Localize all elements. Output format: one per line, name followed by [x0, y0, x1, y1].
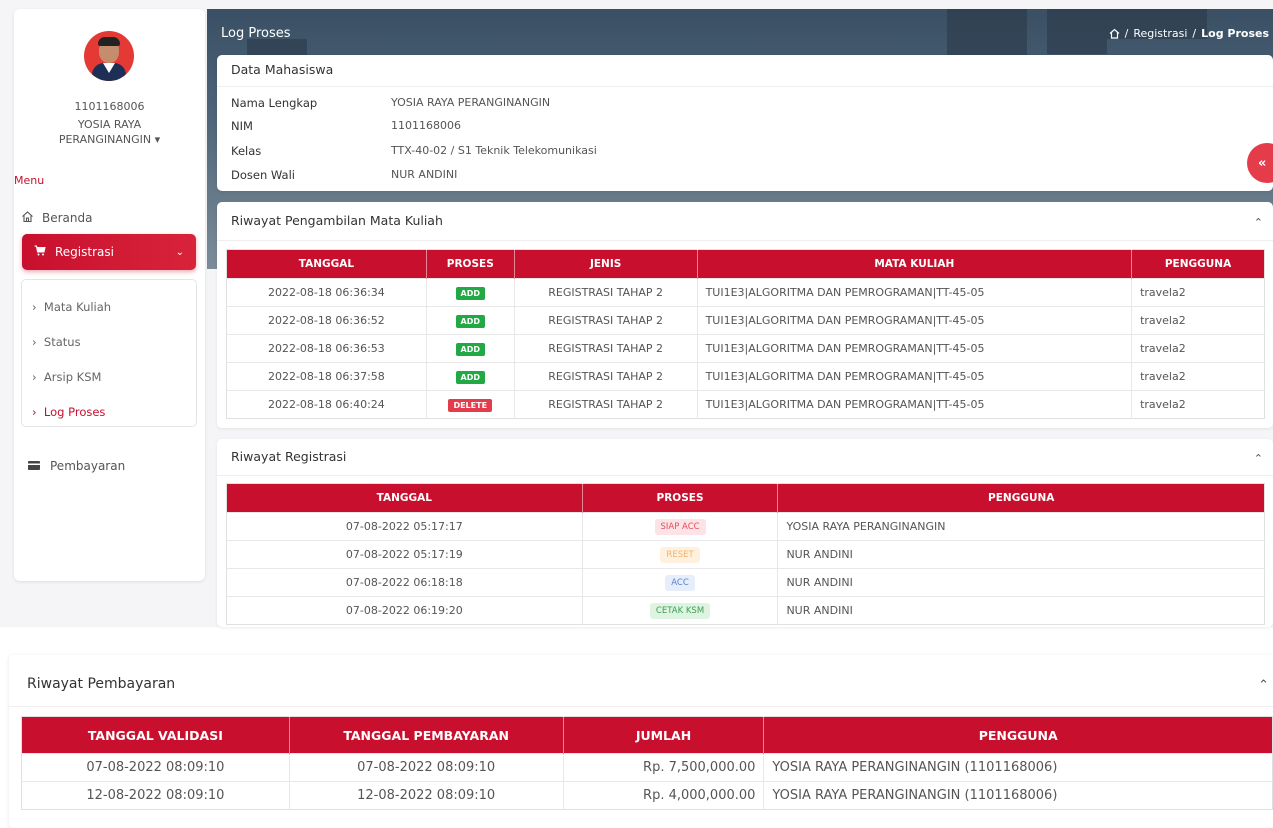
breadcrumb-registrasi[interactable]: Registrasi — [1133, 27, 1187, 40]
cart-icon — [34, 245, 46, 259]
column-header[interactable]: PROSES — [582, 483, 779, 513]
breadcrumb: / Registrasi / Log Proses — [1109, 27, 1269, 40]
card-title: Riwayat Registrasi — [231, 449, 347, 464]
field-label: NIM — [231, 119, 253, 133]
collapse-caret-icon[interactable]: ⌃ — [1254, 452, 1263, 465]
menu-label: Menu — [14, 174, 45, 187]
data-mahasiswa-card: Data Mahasiswa Nama Lengkap YOSIA RAYA P… — [217, 55, 1273, 191]
column-header[interactable]: PENGGUNA — [763, 716, 1273, 754]
mata-kuliah-table: TANGGAL PROSES JENIS MATA KULIAH PENGGUN… — [226, 249, 1265, 419]
user-id: 1101168006 — [74, 100, 145, 113]
column-header[interactable]: PROSES — [426, 249, 515, 279]
sidebar-item-beranda[interactable]: Beranda — [21, 210, 92, 226]
card-title: Data Mahasiswa — [231, 62, 334, 77]
registrasi-table: TANGGAL PROSES PENGGUNA 07-08-2022 05:17… — [226, 483, 1265, 625]
status-badge: CETAK KSM — [649, 602, 711, 619]
table-row: 07-08-2022 06:18:18 ACC NUR ANDINI — [226, 568, 1265, 597]
field-label: Kelas — [231, 144, 262, 158]
column-header[interactable]: TANGGAL PEMBAYARAN — [289, 716, 564, 754]
table-row: 12-08-2022 08:09:10 12-08-2022 08:09:10 … — [21, 781, 1273, 810]
card-title: Riwayat Pengambilan Mata Kuliah — [231, 213, 443, 228]
table-row: 07-08-2022 05:17:19 RESET NUR ANDINI — [226, 540, 1265, 569]
table-row: 07-08-2022 08:09:10 07-08-2022 08:09:10 … — [21, 753, 1273, 782]
home-icon — [21, 210, 34, 226]
field-value: YOSIA RAYA PERANGINANGIN — [391, 96, 551, 109]
submenu-item-arsip-ksm[interactable]: › Arsip KSM — [32, 370, 101, 384]
submenu-item-status[interactable]: › Status — [32, 335, 81, 349]
home-icon[interactable] — [1109, 28, 1120, 39]
user-name: YOSIA RAYA PERANGINANGIN — [58, 118, 152, 146]
submenu-item-mata-kuliah[interactable]: › Mata Kuliah — [32, 300, 111, 314]
sidebar-item-label: Pembayaran — [50, 459, 126, 473]
table-row: 2022-08-18 06:40:24 DELETE REGISTRASI TA… — [226, 390, 1265, 419]
credit-card-icon — [28, 459, 40, 473]
avatar[interactable] — [84, 31, 134, 81]
status-badge: ADD — [455, 286, 485, 300]
collapse-caret-icon[interactable]: ⌃ — [1258, 678, 1269, 693]
table-row: 07-08-2022 06:19:20 CETAK KSM NUR ANDINI — [226, 596, 1265, 625]
column-header[interactable]: JUMLAH — [563, 716, 765, 754]
field-label: Nama Lengkap — [231, 96, 318, 110]
column-header[interactable]: MATA KULIAH — [697, 249, 1133, 279]
submenu-item-log-proses[interactable]: › Log Proses — [32, 405, 105, 419]
registrasi-submenu: › Mata Kuliah › Status › Arsip KSM › Log… — [21, 279, 197, 427]
sidebar-item-registrasi[interactable]: Registrasi ⌄ — [22, 234, 196, 270]
field-value: NUR ANDINI — [391, 168, 458, 181]
field-value: 1101168006 — [391, 119, 461, 132]
column-header[interactable]: PENGGUNA — [777, 483, 1265, 513]
column-header[interactable]: JENIS — [514, 249, 698, 279]
status-badge: DELETE — [448, 398, 493, 412]
breadcrumb-separator: / — [1124, 27, 1129, 40]
column-header[interactable]: TANGGAL — [226, 249, 427, 279]
card-title: Riwayat Pembayaran — [27, 676, 176, 692]
sidebar-item-pembayaran[interactable]: Pembayaran — [28, 459, 125, 473]
status-badge: SIAP ACC — [654, 518, 706, 535]
field-label: Dosen Wali — [231, 168, 295, 182]
chevron-down-icon: ⌄ — [175, 246, 184, 258]
user-name-dropdown[interactable]: YOSIA RAYA PERANGINANGIN ▾ — [54, 117, 165, 147]
status-badge: ADD — [455, 314, 485, 328]
page-title: Log Proses — [221, 26, 291, 41]
sidebar: 1101168006 YOSIA RAYA PERANGINANGIN ▾ Me… — [14, 9, 205, 581]
status-badge: RESET — [660, 546, 700, 563]
pembayaran-table: TANGGAL VALIDASI TANGGAL PEMBAYARAN JUML… — [21, 716, 1273, 810]
field-value: TTX-40-02 / S1 Teknik Telekomunikasi — [391, 144, 597, 157]
column-header[interactable]: PENGGUNA — [1131, 249, 1265, 279]
caret-down-icon: ▾ — [154, 133, 161, 146]
sidebar-item-label: Beranda — [42, 211, 93, 225]
breadcrumb-separator: / — [1192, 27, 1197, 40]
table-row: 2022-08-18 06:37:58 ADD REGISTRASI TAHAP… — [226, 362, 1265, 391]
column-header[interactable]: TANGGAL VALIDASI — [21, 716, 290, 754]
column-header[interactable]: TANGGAL — [226, 483, 583, 513]
table-row: 07-08-2022 05:17:17 SIAP ACC YOSIA RAYA … — [226, 512, 1265, 541]
table-row: 2022-08-18 06:36:34 ADD REGISTRASI TAHAP… — [226, 278, 1265, 307]
status-badge: ACC — [665, 574, 695, 591]
sidebar-item-label: Registrasi — [55, 245, 114, 259]
breadcrumb-current: Log Proses — [1201, 27, 1269, 40]
status-badge: ADD — [455, 370, 485, 384]
status-badge: ADD — [455, 342, 485, 356]
table-row: 2022-08-18 06:36:52 ADD REGISTRASI TAHAP… — [226, 306, 1265, 335]
collapse-caret-icon[interactable]: ⌃ — [1254, 216, 1263, 229]
table-row: 2022-08-18 06:36:53 ADD REGISTRASI TAHAP… — [226, 334, 1265, 363]
